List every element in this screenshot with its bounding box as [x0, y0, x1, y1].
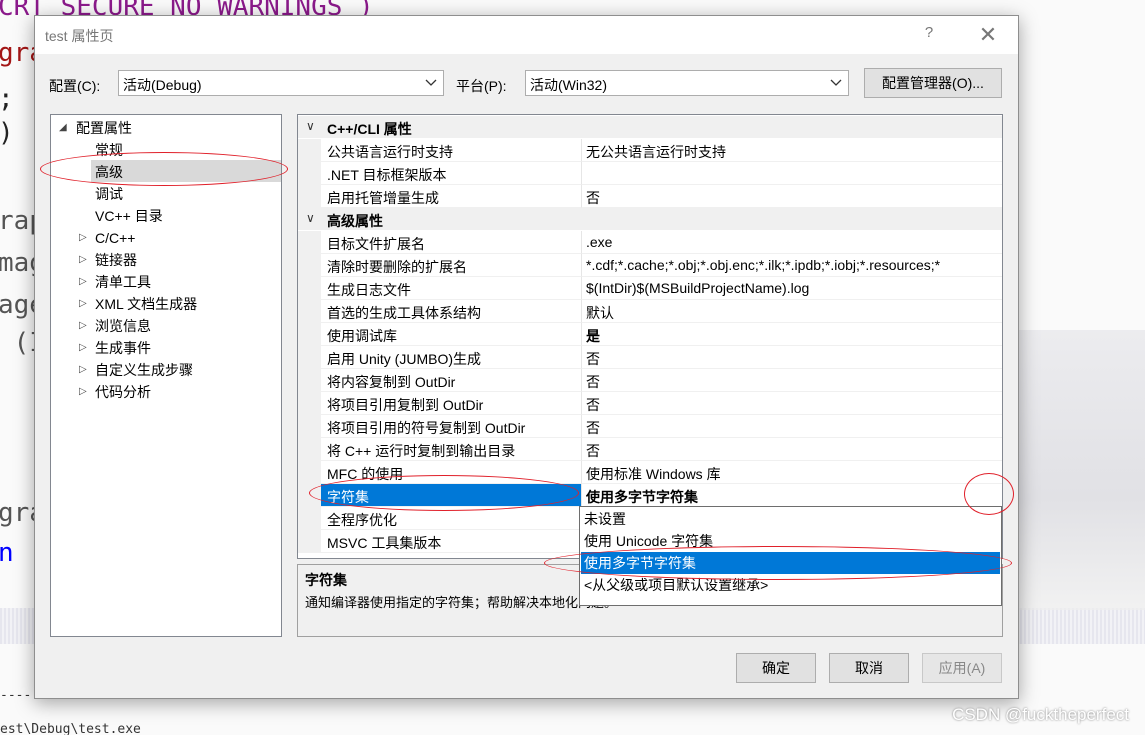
property-value: 使用多字节字符集 [586, 489, 698, 505]
expand-icon: ▷ [79, 342, 87, 353]
category-title: 高级属性 [327, 213, 383, 229]
property-value: 否 [586, 443, 600, 459]
property-row[interactable]: 目标文件扩展名 .exe [298, 231, 1002, 254]
category-cpp-cli[interactable]: ∨ C++/CLI 属性 [298, 116, 1002, 138]
property-value: 否 [586, 374, 600, 390]
property-row[interactable]: 生成日志文件 $(IntDir)$(MSBuildProjectName).log [298, 277, 1002, 300]
config-value: 活动(Debug) [123, 77, 202, 93]
property-row[interactable]: 将项目引用的符号复制到 OutDir 否 [298, 415, 1002, 438]
property-value: 否 [586, 397, 600, 413]
apply-button[interactable]: 应用(A) [922, 653, 1002, 683]
property-name: 目标文件扩展名 [327, 236, 425, 252]
dropdown-option-selected[interactable]: 使用多字节字符集 [581, 552, 1000, 574]
property-value: .exe [586, 234, 613, 250]
chevron-down-icon [830, 79, 842, 86]
code-line: ) [0, 118, 14, 148]
property-name: .NET 目标框架版本 [327, 167, 447, 183]
config-tree: ◢ 配置属性 常规 高级 调试 VC++ 目录 ▷ C/C++ ▷ 链接器 ▷ 清单工… [50, 114, 282, 637]
code-line: ; [0, 84, 14, 114]
chevron-down-icon [425, 79, 437, 86]
platform-label: 平台(P): [456, 78, 507, 94]
property-name: 启用 Unity (JUMBO)生成 [327, 351, 481, 367]
collapse-icon: ◢ [59, 122, 67, 133]
collapse-icon: ∨ [306, 211, 315, 225]
property-name: 首选的生成工具体系结构 [327, 305, 481, 321]
help-button[interactable]: ? [917, 24, 941, 46]
property-name: 将项目引用复制到 OutDir [327, 397, 484, 413]
property-name: 启用托管增量生成 [327, 190, 439, 206]
expand-icon: ▷ [79, 320, 87, 331]
cancel-button[interactable]: 取消 [829, 653, 909, 683]
expand-icon: ▷ [79, 254, 87, 265]
property-name: 全程序优化 [327, 512, 397, 528]
property-name: 生成日志文件 [327, 282, 411, 298]
category-title: C++/CLI 属性 [327, 121, 412, 137]
property-name: 将内容复制到 OutDir [327, 374, 456, 390]
collapse-icon: ∨ [306, 119, 315, 133]
property-name: MFC 的使用 [327, 466, 404, 482]
expand-icon: ▷ [79, 298, 87, 309]
title-bar: test 属性页 ? ✕ [35, 16, 1018, 54]
expand-icon: ▷ [79, 364, 87, 375]
property-row[interactable]: 首选的生成工具体系结构 默认 [298, 300, 1002, 323]
property-value: 无公共语言运行时支持 [586, 144, 726, 160]
config-manager-button[interactable]: 配置管理器(O)... [864, 68, 1002, 98]
output-separator: ---- [0, 688, 32, 703]
property-grid: ∨ C++/CLI 属性 公共语言运行时支持 无公共语言运行时支持 .NET 目标… [297, 114, 1003, 559]
expand-icon: ▷ [79, 232, 87, 243]
tree-root-label: 配置属性 [76, 120, 132, 136]
property-row[interactable]: 将 C++ 运行时复制到输出目录 否 [298, 438, 1002, 461]
property-value: 否 [586, 351, 600, 367]
dropdown-option[interactable]: <从父级或项目默认设置继承> [581, 574, 1000, 596]
dropdown-option[interactable]: 未设置 [581, 508, 1000, 530]
property-name: 公共语言运行时支持 [327, 144, 453, 160]
property-name: 字符集 [327, 489, 369, 505]
background-art [1010, 330, 1145, 610]
property-row[interactable]: 清除时要删除的扩展名 *.cdf;*.cache;*.obj;*.obj.enc;… [298, 254, 1002, 277]
property-name: 将项目引用的符号复制到 OutDir [327, 420, 526, 436]
property-row[interactable]: 启用托管增量生成 否 [298, 185, 1002, 208]
platform-combo[interactable]: 活动(Win32) [525, 70, 849, 96]
property-row[interactable]: MFC 的使用 使用标准 Windows 库 [298, 461, 1002, 484]
platform-value: 活动(Win32) [530, 77, 608, 93]
close-button[interactable]: ✕ [975, 22, 1001, 48]
property-name: MSVC 工具集版本 [327, 535, 442, 551]
property-row[interactable]: 启用 Unity (JUMBO)生成 否 [298, 346, 1002, 369]
property-row[interactable]: 将项目引用复制到 OutDir 否 [298, 392, 1002, 415]
property-name: 将 C++ 运行时复制到输出目录 [327, 443, 516, 459]
property-value: 使用标准 Windows 库 [586, 466, 721, 482]
config-label: 配置(C): [49, 78, 101, 94]
charset-dropdown-list: 未设置 使用 Unicode 字符集 使用多字节字符集 <从父级或项目默认设置继… [579, 506, 1002, 606]
property-name: 使用调试库 [327, 328, 397, 344]
property-row[interactable]: 将内容复制到 OutDir 否 [298, 369, 1002, 392]
property-name: 清除时要删除的扩展名 [327, 259, 467, 275]
description-title: 字符集 [305, 572, 347, 588]
expand-icon: ▷ [79, 276, 87, 287]
config-combo[interactable]: 活动(Debug) [118, 70, 444, 96]
ok-button[interactable]: 确定 [736, 653, 816, 683]
property-row[interactable]: .NET 目标框架版本 [298, 162, 1002, 185]
property-value: 是 [586, 328, 600, 344]
property-value: 否 [586, 420, 600, 436]
property-value: *.cdf;*.cache;*.obj;*.obj.enc;*.ilk;*.ip… [586, 257, 941, 273]
property-row[interactable]: 使用调试库 是 [298, 323, 1002, 346]
property-value: $(IntDir)$(MSBuildProjectName).log [586, 280, 810, 296]
property-row[interactable]: 公共语言运行时支持 无公共语言运行时支持 [298, 139, 1002, 162]
dialog-title: test 属性页 [45, 28, 114, 44]
dropdown-option[interactable]: 使用 Unicode 字符集 [581, 530, 1000, 552]
property-row-charset[interactable]: 字符集 使用多字节字符集 [298, 484, 1002, 507]
category-advanced[interactable]: ∨ 高级属性 [298, 208, 1002, 230]
description-text: 通知编译器使用指定的字符集；帮助解决本地化问题。 [305, 595, 618, 610]
expand-icon: ▷ [79, 386, 87, 397]
property-value: 否 [586, 190, 600, 206]
output-line: est\Debug\test.exe [0, 722, 141, 735]
watermark: CSDN @fucktheperfect [952, 705, 1129, 724]
property-value: 默认 [586, 305, 614, 321]
